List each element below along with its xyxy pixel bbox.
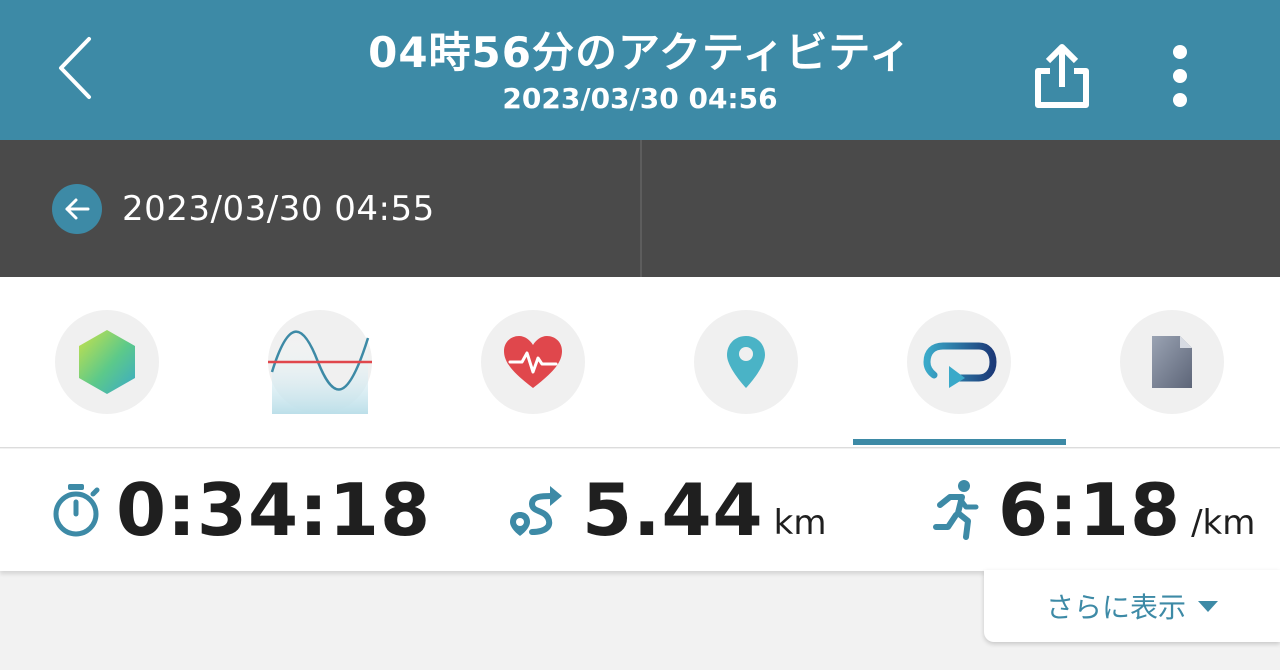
tab-map-circle — [693, 310, 798, 414]
tab-summary-circle — [54, 310, 159, 414]
map-pin-icon — [726, 336, 765, 388]
tab-file-circle — [1119, 310, 1224, 414]
distance-unit: km — [773, 503, 827, 543]
more-options-button[interactable] — [1150, 36, 1210, 116]
share-icon — [1035, 44, 1089, 108]
stopwatch-icon — [53, 484, 100, 537]
show-more-button[interactable]: さらに表示 — [984, 570, 1280, 642]
tab-file[interactable] — [1065, 277, 1278, 447]
distance-stat: 5.44 km — [508, 449, 826, 571]
laps-icon — [922, 342, 997, 388]
wave-graph-icon — [267, 330, 372, 414]
distance-value: 5.44 — [582, 468, 764, 552]
segment-divider — [640, 140, 642, 277]
pace-stat: 6:18 /km — [932, 449, 1255, 571]
selected-tab-indicator — [853, 439, 1066, 445]
show-more-label: さらに表示 — [1045, 591, 1186, 624]
tab-graph[interactable] — [213, 277, 426, 447]
runner-icon — [933, 480, 979, 540]
caret-down-icon — [1198, 600, 1218, 612]
tab-heart-rate-circle — [480, 310, 585, 414]
tab-heart-rate[interactable] — [426, 277, 639, 447]
segment-bar: 2023/03/30 04:55 — [0, 140, 1280, 277]
tab-graph-circle — [267, 310, 372, 414]
tab-laps-circle — [906, 310, 1011, 414]
pace-value: 6:18 — [998, 468, 1182, 552]
share-button[interactable] — [1025, 36, 1099, 116]
app-header: 04時56分のアクティビティ 2023/03/30 04:56 — [0, 0, 1280, 140]
tab-summary[interactable] — [0, 277, 213, 447]
pace-unit: /km — [1191, 503, 1256, 543]
tab-map[interactable] — [639, 277, 852, 447]
previous-activity-label: 2023/03/30 04:55 — [122, 188, 435, 229]
more-vertical-icon — [1173, 45, 1187, 107]
duration-stat: 0:34:18 — [50, 449, 431, 571]
duration-value: 0:34:18 — [116, 468, 432, 552]
route-icon — [510, 486, 562, 536]
previous-activity-button[interactable]: 2023/03/30 04:55 — [0, 140, 640, 277]
hexagon-icon — [78, 330, 135, 394]
arrow-left-icon — [52, 183, 102, 234]
stats-panel: 0:34:18 5.44 km 6:18 /km — [0, 449, 1280, 571]
tab-laps[interactable] — [852, 277, 1065, 447]
heart-rate-icon — [503, 336, 562, 388]
file-icon — [1151, 336, 1192, 388]
tab-bar — [0, 277, 1280, 448]
